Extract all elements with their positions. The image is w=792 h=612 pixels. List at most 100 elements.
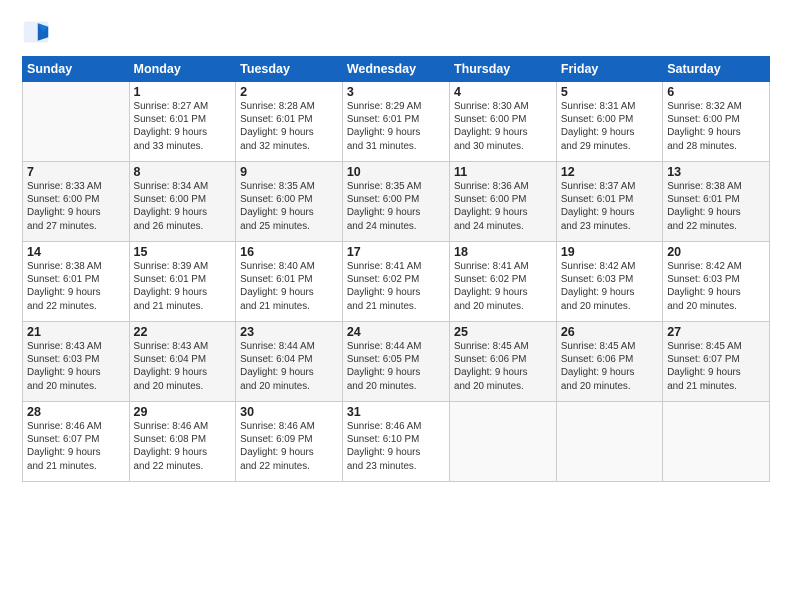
day-number: 8 xyxy=(134,165,232,179)
logo xyxy=(22,18,52,46)
calendar-cell: 25Sunrise: 8:45 AM Sunset: 6:06 PM Dayli… xyxy=(450,322,557,402)
day-number: 6 xyxy=(667,85,765,99)
day-info: Sunrise: 8:37 AM Sunset: 6:01 PM Dayligh… xyxy=(561,180,658,233)
day-info: Sunrise: 8:44 AM Sunset: 6:04 PM Dayligh… xyxy=(240,340,338,393)
calendar-cell: 2Sunrise: 8:28 AM Sunset: 6:01 PM Daylig… xyxy=(236,82,343,162)
day-info: Sunrise: 8:41 AM Sunset: 6:02 PM Dayligh… xyxy=(454,260,552,313)
calendar-cell: 27Sunrise: 8:45 AM Sunset: 6:07 PM Dayli… xyxy=(663,322,770,402)
day-info: Sunrise: 8:36 AM Sunset: 6:00 PM Dayligh… xyxy=(454,180,552,233)
day-info: Sunrise: 8:42 AM Sunset: 6:03 PM Dayligh… xyxy=(561,260,658,313)
calendar-week-row: 21Sunrise: 8:43 AM Sunset: 6:03 PM Dayli… xyxy=(23,322,770,402)
day-number: 16 xyxy=(240,245,338,259)
calendar-cell: 31Sunrise: 8:46 AM Sunset: 6:10 PM Dayli… xyxy=(342,402,449,482)
weekday-header-thursday: Thursday xyxy=(450,57,557,82)
logo-icon xyxy=(22,18,50,46)
calendar-cell xyxy=(556,402,662,482)
day-number: 2 xyxy=(240,85,338,99)
day-number: 18 xyxy=(454,245,552,259)
weekday-header-friday: Friday xyxy=(556,57,662,82)
day-number: 12 xyxy=(561,165,658,179)
day-number: 17 xyxy=(347,245,445,259)
day-info: Sunrise: 8:34 AM Sunset: 6:00 PM Dayligh… xyxy=(134,180,232,233)
day-number: 22 xyxy=(134,325,232,339)
calendar-cell: 22Sunrise: 8:43 AM Sunset: 6:04 PM Dayli… xyxy=(129,322,236,402)
day-number: 27 xyxy=(667,325,765,339)
day-info: Sunrise: 8:45 AM Sunset: 6:06 PM Dayligh… xyxy=(561,340,658,393)
calendar-cell xyxy=(663,402,770,482)
day-info: Sunrise: 8:40 AM Sunset: 6:01 PM Dayligh… xyxy=(240,260,338,313)
calendar: SundayMondayTuesdayWednesdayThursdayFrid… xyxy=(22,56,770,482)
weekday-header-monday: Monday xyxy=(129,57,236,82)
calendar-cell: 26Sunrise: 8:45 AM Sunset: 6:06 PM Dayli… xyxy=(556,322,662,402)
day-number: 11 xyxy=(454,165,552,179)
day-info: Sunrise: 8:46 AM Sunset: 6:08 PM Dayligh… xyxy=(134,420,232,473)
day-number: 13 xyxy=(667,165,765,179)
day-number: 19 xyxy=(561,245,658,259)
day-info: Sunrise: 8:29 AM Sunset: 6:01 PM Dayligh… xyxy=(347,100,445,153)
day-number: 23 xyxy=(240,325,338,339)
calendar-cell: 3Sunrise: 8:29 AM Sunset: 6:01 PM Daylig… xyxy=(342,82,449,162)
day-number: 24 xyxy=(347,325,445,339)
day-number: 15 xyxy=(134,245,232,259)
calendar-cell: 6Sunrise: 8:32 AM Sunset: 6:00 PM Daylig… xyxy=(663,82,770,162)
day-number: 10 xyxy=(347,165,445,179)
day-info: Sunrise: 8:33 AM Sunset: 6:00 PM Dayligh… xyxy=(27,180,125,233)
day-number: 26 xyxy=(561,325,658,339)
calendar-cell xyxy=(23,82,130,162)
calendar-cell: 15Sunrise: 8:39 AM Sunset: 6:01 PM Dayli… xyxy=(129,242,236,322)
day-number: 4 xyxy=(454,85,552,99)
calendar-cell: 10Sunrise: 8:35 AM Sunset: 6:00 PM Dayli… xyxy=(342,162,449,242)
calendar-week-row: 1Sunrise: 8:27 AM Sunset: 6:01 PM Daylig… xyxy=(23,82,770,162)
day-info: Sunrise: 8:35 AM Sunset: 6:00 PM Dayligh… xyxy=(240,180,338,233)
weekday-header-tuesday: Tuesday xyxy=(236,57,343,82)
day-info: Sunrise: 8:45 AM Sunset: 6:06 PM Dayligh… xyxy=(454,340,552,393)
calendar-cell: 30Sunrise: 8:46 AM Sunset: 6:09 PM Dayli… xyxy=(236,402,343,482)
calendar-cell: 17Sunrise: 8:41 AM Sunset: 6:02 PM Dayli… xyxy=(342,242,449,322)
calendar-cell: 13Sunrise: 8:38 AM Sunset: 6:01 PM Dayli… xyxy=(663,162,770,242)
day-number: 9 xyxy=(240,165,338,179)
day-number: 7 xyxy=(27,165,125,179)
day-number: 25 xyxy=(454,325,552,339)
day-info: Sunrise: 8:43 AM Sunset: 6:03 PM Dayligh… xyxy=(27,340,125,393)
calendar-cell: 8Sunrise: 8:34 AM Sunset: 6:00 PM Daylig… xyxy=(129,162,236,242)
weekday-header-row: SundayMondayTuesdayWednesdayThursdayFrid… xyxy=(23,57,770,82)
day-number: 14 xyxy=(27,245,125,259)
day-number: 5 xyxy=(561,85,658,99)
weekday-header-wednesday: Wednesday xyxy=(342,57,449,82)
day-info: Sunrise: 8:31 AM Sunset: 6:00 PM Dayligh… xyxy=(561,100,658,153)
calendar-week-row: 28Sunrise: 8:46 AM Sunset: 6:07 PM Dayli… xyxy=(23,402,770,482)
day-info: Sunrise: 8:35 AM Sunset: 6:00 PM Dayligh… xyxy=(347,180,445,233)
page: SundayMondayTuesdayWednesdayThursdayFrid… xyxy=(0,0,792,612)
day-info: Sunrise: 8:45 AM Sunset: 6:07 PM Dayligh… xyxy=(667,340,765,393)
day-number: 20 xyxy=(667,245,765,259)
day-number: 3 xyxy=(347,85,445,99)
weekday-header-sunday: Sunday xyxy=(23,57,130,82)
calendar-cell: 14Sunrise: 8:38 AM Sunset: 6:01 PM Dayli… xyxy=(23,242,130,322)
calendar-cell: 11Sunrise: 8:36 AM Sunset: 6:00 PM Dayli… xyxy=(450,162,557,242)
calendar-cell: 5Sunrise: 8:31 AM Sunset: 6:00 PM Daylig… xyxy=(556,82,662,162)
calendar-cell: 19Sunrise: 8:42 AM Sunset: 6:03 PM Dayli… xyxy=(556,242,662,322)
calendar-cell: 23Sunrise: 8:44 AM Sunset: 6:04 PM Dayli… xyxy=(236,322,343,402)
day-info: Sunrise: 8:44 AM Sunset: 6:05 PM Dayligh… xyxy=(347,340,445,393)
day-info: Sunrise: 8:46 AM Sunset: 6:10 PM Dayligh… xyxy=(347,420,445,473)
calendar-cell: 4Sunrise: 8:30 AM Sunset: 6:00 PM Daylig… xyxy=(450,82,557,162)
calendar-week-row: 7Sunrise: 8:33 AM Sunset: 6:00 PM Daylig… xyxy=(23,162,770,242)
calendar-cell: 7Sunrise: 8:33 AM Sunset: 6:00 PM Daylig… xyxy=(23,162,130,242)
calendar-cell: 18Sunrise: 8:41 AM Sunset: 6:02 PM Dayli… xyxy=(450,242,557,322)
day-info: Sunrise: 8:38 AM Sunset: 6:01 PM Dayligh… xyxy=(27,260,125,313)
day-info: Sunrise: 8:39 AM Sunset: 6:01 PM Dayligh… xyxy=(134,260,232,313)
weekday-header-saturday: Saturday xyxy=(663,57,770,82)
day-info: Sunrise: 8:41 AM Sunset: 6:02 PM Dayligh… xyxy=(347,260,445,313)
calendar-cell: 24Sunrise: 8:44 AM Sunset: 6:05 PM Dayli… xyxy=(342,322,449,402)
day-info: Sunrise: 8:28 AM Sunset: 6:01 PM Dayligh… xyxy=(240,100,338,153)
header xyxy=(22,18,770,46)
day-info: Sunrise: 8:46 AM Sunset: 6:07 PM Dayligh… xyxy=(27,420,125,473)
day-info: Sunrise: 8:32 AM Sunset: 6:00 PM Dayligh… xyxy=(667,100,765,153)
calendar-cell: 12Sunrise: 8:37 AM Sunset: 6:01 PM Dayli… xyxy=(556,162,662,242)
day-number: 21 xyxy=(27,325,125,339)
day-info: Sunrise: 8:30 AM Sunset: 6:00 PM Dayligh… xyxy=(454,100,552,153)
calendar-cell xyxy=(450,402,557,482)
calendar-cell: 1Sunrise: 8:27 AM Sunset: 6:01 PM Daylig… xyxy=(129,82,236,162)
day-number: 30 xyxy=(240,405,338,419)
calendar-cell: 20Sunrise: 8:42 AM Sunset: 6:03 PM Dayli… xyxy=(663,242,770,322)
